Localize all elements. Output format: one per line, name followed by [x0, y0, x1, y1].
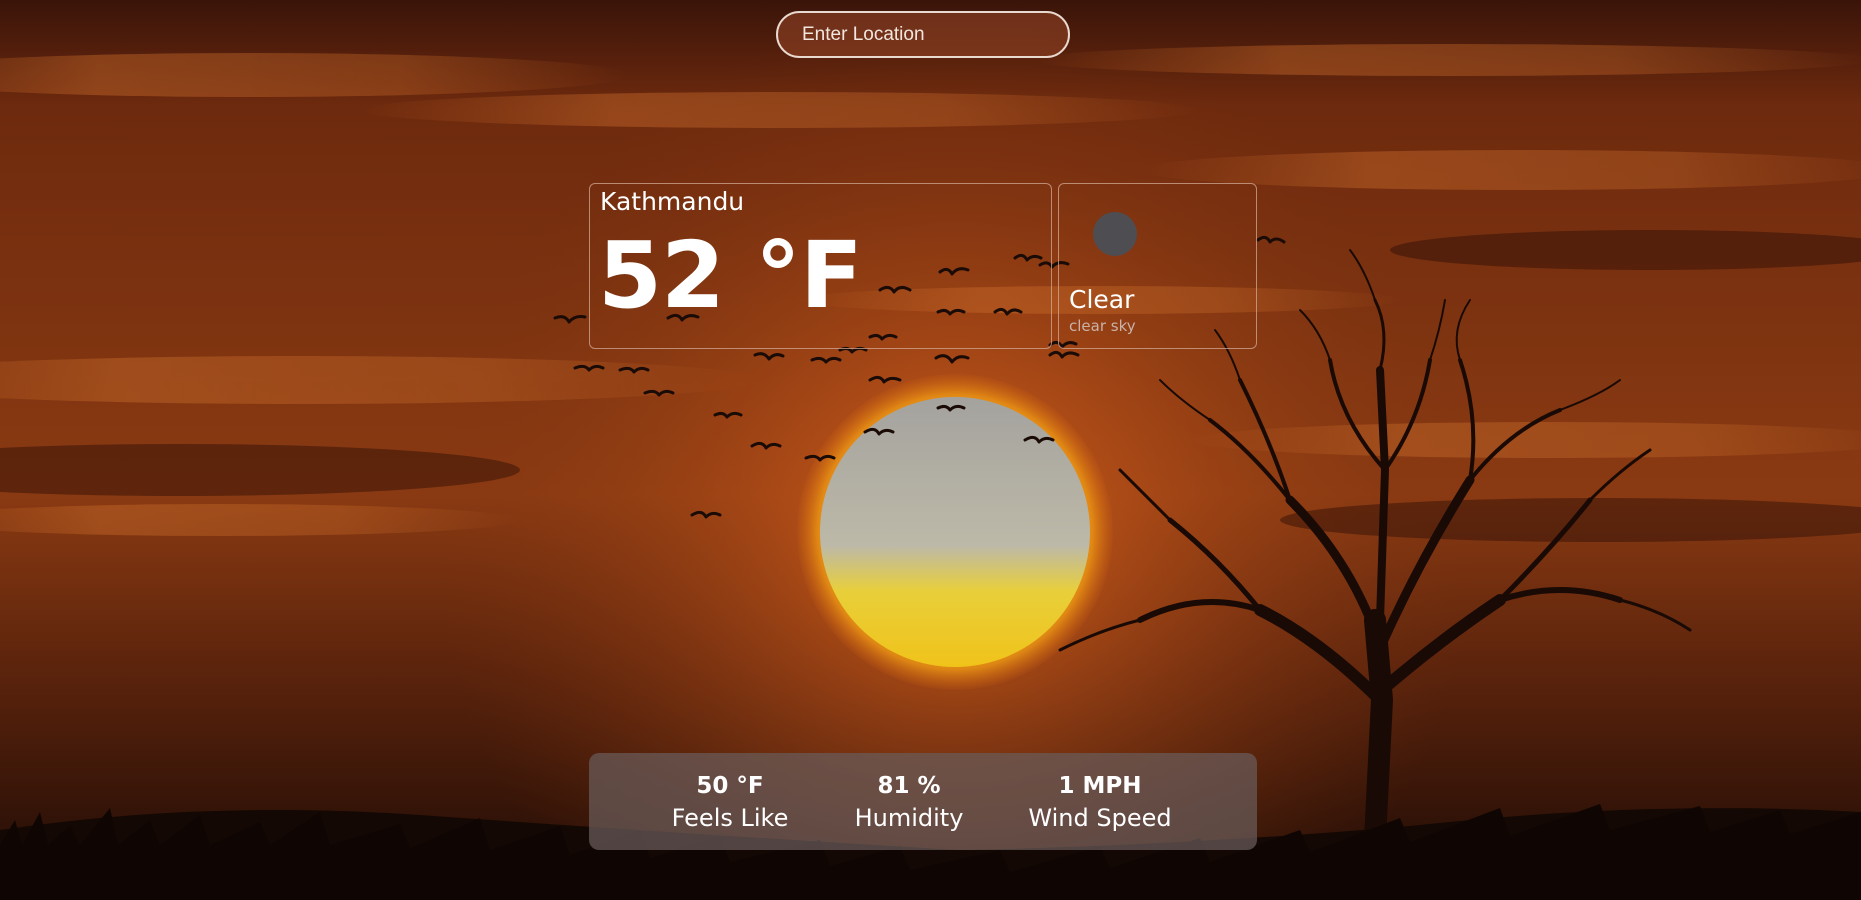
- weather-description: clear sky: [1069, 317, 1136, 335]
- wind-speed-value: 1 MPH: [1058, 773, 1142, 799]
- wind-speed-stat: 1 MPH Wind Speed: [1028, 771, 1171, 835]
- location-search[interactable]: [776, 11, 1070, 58]
- humidity-stat: 81 % Humidity: [855, 771, 964, 835]
- humidity-value: 81 %: [877, 773, 941, 799]
- condition-card: Clear clear sky: [1058, 183, 1257, 349]
- feels-like-value: 50 °F: [696, 773, 764, 799]
- feels-like-label: Feels Like: [671, 804, 789, 832]
- current-temperature: 52 °F: [598, 222, 863, 329]
- weather-icon: [1093, 212, 1137, 256]
- weather-condition: Clear: [1069, 285, 1135, 314]
- weather-stats-panel: 50 °F Feels Like 81 % Humidity 1 MPH Win…: [589, 753, 1257, 850]
- current-weather-card: Kathmandu 52 °F: [589, 183, 1052, 349]
- feels-like-stat: 50 °F Feels Like: [672, 771, 789, 835]
- location-search-input[interactable]: [778, 13, 1068, 56]
- city-name: Kathmandu: [600, 187, 745, 216]
- wind-speed-label: Wind Speed: [1028, 804, 1172, 832]
- humidity-label: Humidity: [854, 804, 964, 832]
